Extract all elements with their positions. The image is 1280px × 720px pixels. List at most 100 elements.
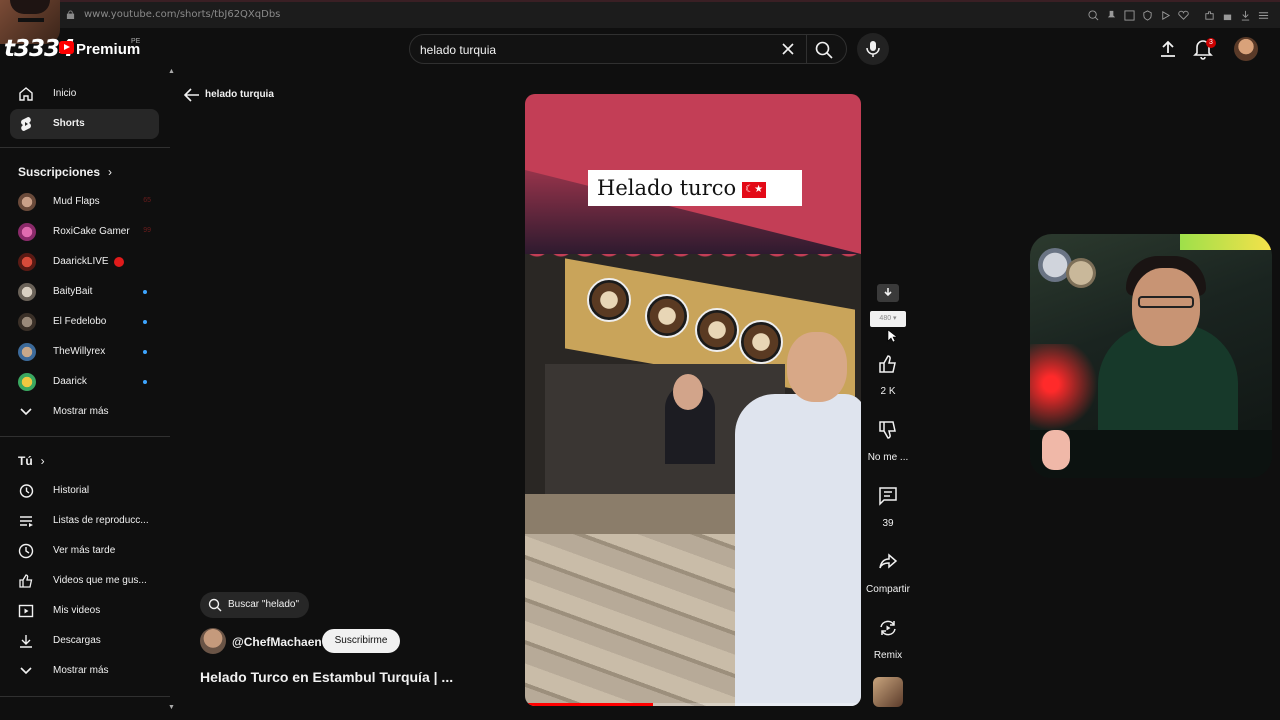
new-content-dot [143, 380, 147, 384]
video-progress-bar[interactable] [525, 703, 861, 706]
account-avatar[interactable] [1234, 37, 1258, 61]
you-title: Tú [18, 454, 33, 468]
shorts-video-player[interactable]: Helado turco [525, 94, 861, 706]
sidebar-item-roxicake-gamer[interactable]: RoxiCake Gamer 99 [10, 217, 159, 247]
sidebar-item-label: Videos que me gus... [53, 575, 147, 586]
subscribe-button[interactable]: Suscribirme [322, 629, 400, 653]
sidebar-item-label: DaarickLIVE [53, 256, 109, 267]
sidebar-item-listas[interactable]: Listas de reproducc... [10, 506, 159, 536]
shorts-icon [21, 117, 31, 131]
notification-badge: 3 [1206, 38, 1216, 48]
heart-icon[interactable] [1178, 10, 1189, 21]
search-icon[interactable] [814, 40, 834, 60]
webcam-person-glasses [1138, 296, 1194, 308]
video-frame-customer [735, 394, 861, 706]
clear-search-icon[interactable] [780, 41, 796, 57]
sidebar-item-mud-flaps[interactable]: Mud Flaps 65 [10, 187, 159, 217]
menu-icon[interactable] [1258, 10, 1269, 21]
video-frame-plate [739, 320, 783, 364]
sidebar-item-daarick[interactable]: Daarick [10, 367, 159, 397]
quality-selector[interactable]: 480 ▾ [870, 311, 906, 327]
playlist-icon [20, 516, 33, 527]
video-progress-fill [525, 703, 653, 706]
sidebar-item-thewillyrex[interactable]: TheWillyrex [10, 337, 159, 367]
sidebar-item-shorts[interactable]: Shorts [10, 109, 159, 139]
play-icon[interactable] [1160, 10, 1171, 21]
sidebar-item-label: Mud Flaps [53, 196, 100, 207]
sidebar-item-videos-que-me-gustan[interactable]: Videos que me gus... [10, 566, 159, 596]
subscriptions-title: Suscripciones [18, 165, 101, 179]
share-button[interactable]: Compartir [866, 544, 910, 595]
window-icon[interactable] [1124, 10, 1135, 21]
search-icon [208, 598, 222, 612]
video-frame-customer-head [787, 332, 847, 402]
subscriptions-heading[interactable]: Suscripciones › [18, 165, 112, 179]
channel-name[interactable]: @ChefMachaen [232, 635, 322, 649]
pin-icon[interactable] [1106, 10, 1117, 21]
sidebar-item-historial[interactable]: Historial [10, 476, 159, 506]
comments-button[interactable]: 39 [870, 478, 906, 529]
thumbs-up-icon [19, 574, 33, 588]
comments-circle [870, 478, 906, 514]
sidebar-scroll-down-icon[interactable]: ▼ [168, 704, 175, 711]
thumbs-up-icon [879, 355, 896, 373]
webcam-mascot-figure [1042, 430, 1070, 470]
shield-icon[interactable] [1142, 10, 1153, 21]
sidebar-item-descargas[interactable]: Descargas [10, 626, 159, 656]
upload-icon[interactable] [1158, 39, 1178, 59]
voice-search-button[interactable] [857, 33, 889, 65]
extensions-icon[interactable] [1204, 10, 1215, 21]
remix-icon [880, 620, 896, 636]
sidebar-item-label: Shorts [53, 118, 85, 129]
lock-icon [66, 10, 75, 19]
my-videos-icon [18, 604, 34, 618]
sidebar-show-more-subscriptions[interactable]: Mostrar más [10, 397, 159, 427]
you-heading[interactable]: Tú › [18, 454, 45, 468]
sidebar-item-label: Mis videos [53, 605, 101, 616]
search-chip-label: Buscar "helado" [228, 599, 300, 610]
download-icon [20, 635, 32, 648]
sidebar-item-mis-videos[interactable]: Mis videos [10, 596, 159, 626]
dislike-button[interactable]: No me ... [868, 412, 908, 463]
country-code: PE [131, 38, 141, 45]
like-count: 2 K [880, 386, 896, 397]
video-frame-plate [645, 294, 689, 338]
thumbs-down-icon [879, 421, 896, 439]
streamer-webcam-overlay [1030, 234, 1272, 478]
like-button[interactable]: 2 K [870, 346, 906, 397]
sidebar-show-more-you[interactable]: Mostrar más [10, 656, 159, 686]
sidebar: Inicio Shorts Suscripciones › Mud Flaps 6… [0, 70, 170, 720]
live-indicator [114, 257, 124, 267]
new-content-dot [143, 320, 147, 324]
sidebar-item-inicio[interactable]: Inicio [10, 79, 159, 109]
sound-thumbnail[interactable] [873, 677, 903, 707]
video-title[interactable]: Helado Turco en Estambul Turquía | ... [200, 669, 453, 685]
sidebar-item-baitybait[interactable]: BaityBait [10, 277, 159, 307]
browser-address-bar[interactable]: www.youtube.com/shorts/tbJ62QXqDbs [0, 0, 1280, 28]
remix-button[interactable]: Remix [870, 610, 906, 661]
browser-url[interactable]: www.youtube.com/shorts/tbJ62QXqDbs [84, 9, 280, 20]
search-box[interactable]: helado turquia [409, 34, 847, 64]
account-lock-icon[interactable] [1222, 10, 1233, 21]
search-related-chip[interactable]: Buscar "helado" [200, 592, 310, 618]
sidebar-item-ver-mas-tarde[interactable]: Ver más tarde [10, 536, 159, 566]
sidebar-scroll-up-icon[interactable]: ▲ [168, 68, 175, 75]
remix-circle [870, 610, 906, 646]
chevron-down-icon [20, 408, 32, 416]
comment-icon [879, 487, 897, 506]
download-icon[interactable] [1240, 10, 1251, 21]
sidebar-item-daarick-live[interactable]: DaarickLIVE [10, 247, 159, 277]
channel-avatar[interactable] [200, 628, 226, 654]
search-input[interactable]: helado turquia [420, 43, 496, 57]
sidebar-item-el-fedelobo[interactable]: El Fedelobo [10, 307, 159, 337]
webcam-lamp [1066, 258, 1096, 288]
remix-label: Remix [873, 650, 903, 661]
like-circle [870, 346, 906, 382]
download-video-button[interactable] [877, 284, 899, 302]
video-frame-plate [695, 308, 739, 352]
new-count: 65 [143, 197, 151, 204]
zoom-icon[interactable] [1088, 10, 1099, 21]
chevron-down-icon [20, 667, 32, 675]
channel-avatar [18, 193, 36, 211]
youtube-logo-icon[interactable] [59, 41, 74, 54]
